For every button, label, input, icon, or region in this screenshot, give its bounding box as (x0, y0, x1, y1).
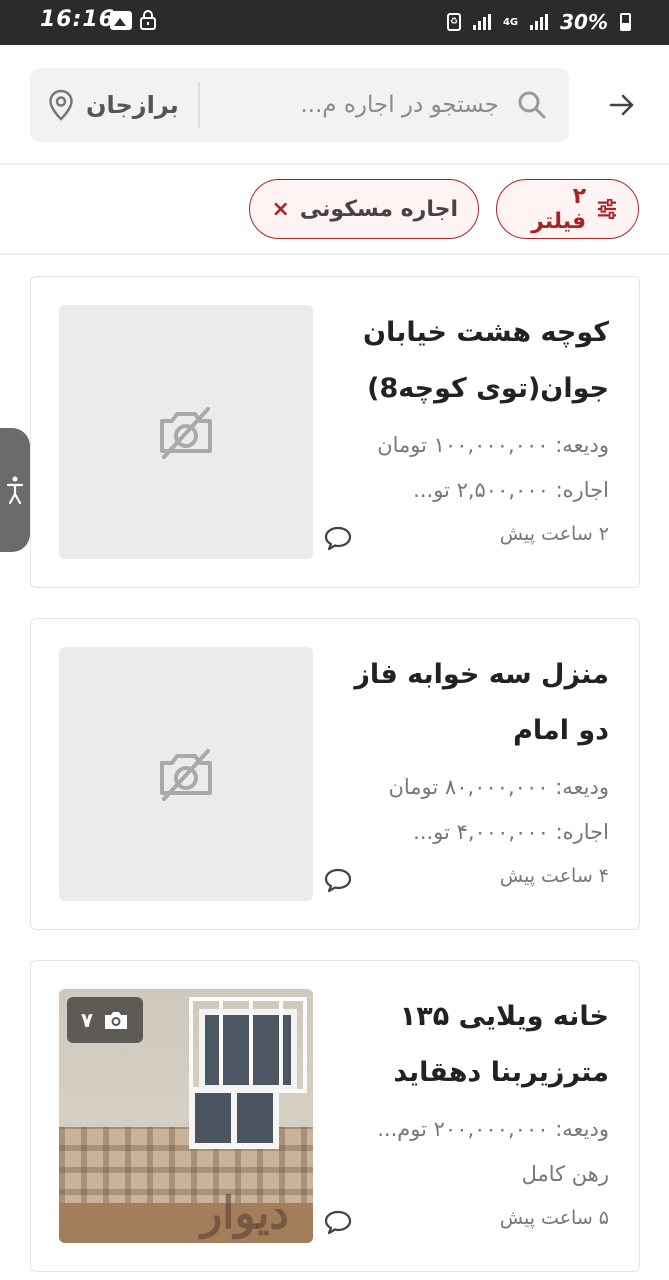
gallery-notification-icon (110, 11, 132, 30)
listing-rent: اجاره: ۴,۰۰۰,۰۰۰ تو... (413, 820, 609, 844)
camera-icon (105, 1012, 128, 1029)
search-bar[interactable]: برازجان (30, 68, 569, 142)
status-time: 16:16 (40, 7, 116, 32)
network-type: 4G (502, 16, 519, 28)
photo-count-badge: ۷ (67, 997, 143, 1043)
filter-count-label: ۲ فیلتر (531, 184, 587, 234)
category-label: اجاره مسکونی (299, 196, 458, 222)
signal-icon-2 (530, 14, 549, 30)
listing-deposit: ودیعه: ۱۰۰,۰۰۰,۰۰۰ تومان (377, 433, 609, 457)
listing-time: ۴ ساعت پیش (499, 865, 609, 887)
listing-deposit: ودیعه: ۸۰,۰۰۰,۰۰۰ تومان (388, 775, 609, 799)
status-bar: 16:16 ♻ 4G 30% (0, 0, 669, 45)
category-chip[interactable]: اجاره مسکونی × (249, 179, 479, 239)
listing-card[interactable]: دیوار ۷ خانه ویلایی ۱۳۵ مترزیربنا دهقاید… (30, 960, 640, 1272)
listing-title: کوچه هشت خیابان جوان(توی کوچه8) (363, 317, 609, 404)
accessibility-button[interactable] (0, 428, 30, 552)
search-input[interactable] (259, 86, 499, 124)
close-icon[interactable]: × (271, 197, 289, 222)
battery-percent: 30% (560, 10, 608, 34)
filter-bar: ۲ فیلتر اجاره مسکونی × (0, 165, 669, 255)
header: برازجان (0, 45, 669, 165)
city-selector[interactable]: برازجان (48, 84, 179, 126)
signal-icon (472, 14, 491, 30)
chat-bubble-icon[interactable] (323, 525, 353, 551)
listing-rent: اجاره: ۲,۵۰۰,۰۰۰ تو... (413, 478, 609, 502)
chat-bubble-icon[interactable] (323, 1209, 353, 1235)
battery-icon (620, 13, 631, 31)
photo-count: ۷ (80, 1008, 94, 1032)
search-icon[interactable] (517, 90, 547, 120)
search-divider (198, 82, 200, 128)
listing-rent: رهن کامل (521, 1162, 609, 1186)
filter-button[interactable]: ۲ فیلتر (496, 179, 639, 239)
accessibility-icon (7, 476, 23, 505)
no-image-camera-icon (160, 407, 212, 459)
listing-card[interactable]: کوچه هشت خیابان جوان(توی کوچه8) ودیعه: ۱… (30, 276, 640, 588)
chat-bubble-icon[interactable] (323, 867, 353, 893)
lock-icon (140, 10, 156, 30)
arrow-right-icon (609, 94, 634, 116)
listing-thumbnail[interactable] (59, 647, 313, 901)
filter-sliders-icon (598, 199, 617, 219)
recycle-icon: ♻ (446, 13, 461, 31)
listing-title: خانه ویلایی ۱۳۵ مترزیربنا دهقاید (393, 1001, 609, 1088)
no-image-camera-icon (160, 749, 212, 801)
listing-thumbnail[interactable] (59, 305, 313, 559)
listing-deposit: ودیعه: ۲۰۰,۰۰۰,۰۰۰ توم... (377, 1117, 609, 1141)
listing-time: ۲ ساعت پیش (499, 523, 609, 545)
status-right-group: ♻ 4G 30% (446, 8, 631, 36)
listing-title: منزل سه خوابه فاز دو امام (354, 659, 609, 746)
listing-time: ۵ ساعت پیش (499, 1207, 609, 1229)
listing-card[interactable]: منزل سه خوابه فاز دو امام ودیعه: ۸۰,۰۰۰,… (30, 618, 640, 930)
location-pin-icon (49, 89, 73, 121)
listing-photo[interactable]: دیوار ۷ (59, 989, 313, 1243)
watermark: دیوار (200, 1188, 289, 1239)
city-name: برازجان (86, 91, 179, 119)
back-button[interactable] (600, 85, 644, 125)
